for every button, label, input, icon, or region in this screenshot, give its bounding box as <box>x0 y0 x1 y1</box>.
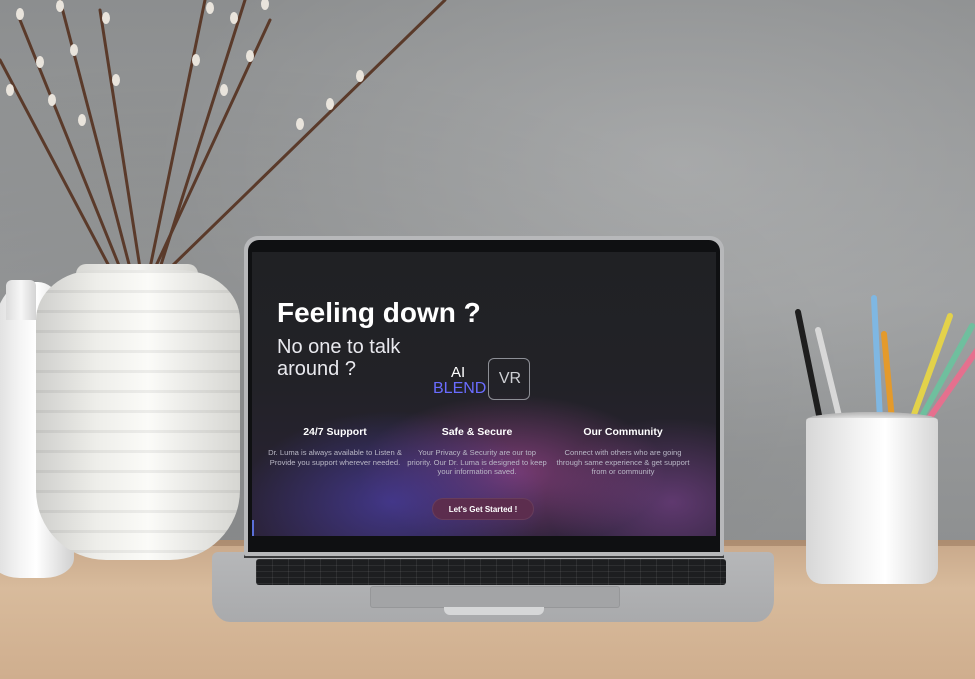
logo-ai-text: AI <box>451 364 466 381</box>
hero-headline: Feeling down ? <box>277 297 481 328</box>
ai-blend-vr-logo: AI BLEND VR <box>433 358 533 404</box>
feature-community: Our Community Connect with others who ar… <box>553 426 693 477</box>
feature-text: Connect with others who are going throug… <box>556 448 690 476</box>
get-started-button[interactable]: Let's Get Started ! <box>432 498 534 520</box>
feature-support: 24/7 Support Dr. Luma is always availabl… <box>265 426 405 467</box>
feature-title: Our Community <box>583 426 663 438</box>
laptop-front-notch <box>444 607 544 615</box>
screen-accent-line <box>252 520 254 536</box>
large-ribbed-vase <box>36 270 240 560</box>
colored-pencils <box>795 295 975 423</box>
logo-vr-text: VR <box>498 370 522 387</box>
laptop-trackpad <box>370 586 620 608</box>
feature-text: Dr. Luma is always available to Listen &… <box>268 448 402 467</box>
logo-vr-box: VR <box>488 358 530 400</box>
laptop-keyboard <box>256 559 726 585</box>
small-vase-neck <box>6 280 36 320</box>
logo-blend-text: BLEND <box>433 380 487 397</box>
feature-safe-secure: Safe & Secure Your Privacy & Security ar… <box>407 426 547 477</box>
feature-title: 24/7 Support <box>303 426 367 438</box>
pencil-cup <box>806 418 938 584</box>
feature-title: Safe & Secure <box>441 426 513 438</box>
laptop-screen: Feeling down ? No one to talk around ? A… <box>252 252 716 536</box>
hero-subline: No one to talk around ? <box>277 336 401 380</box>
feature-text: Your Privacy & Security are our top prio… <box>407 448 547 476</box>
